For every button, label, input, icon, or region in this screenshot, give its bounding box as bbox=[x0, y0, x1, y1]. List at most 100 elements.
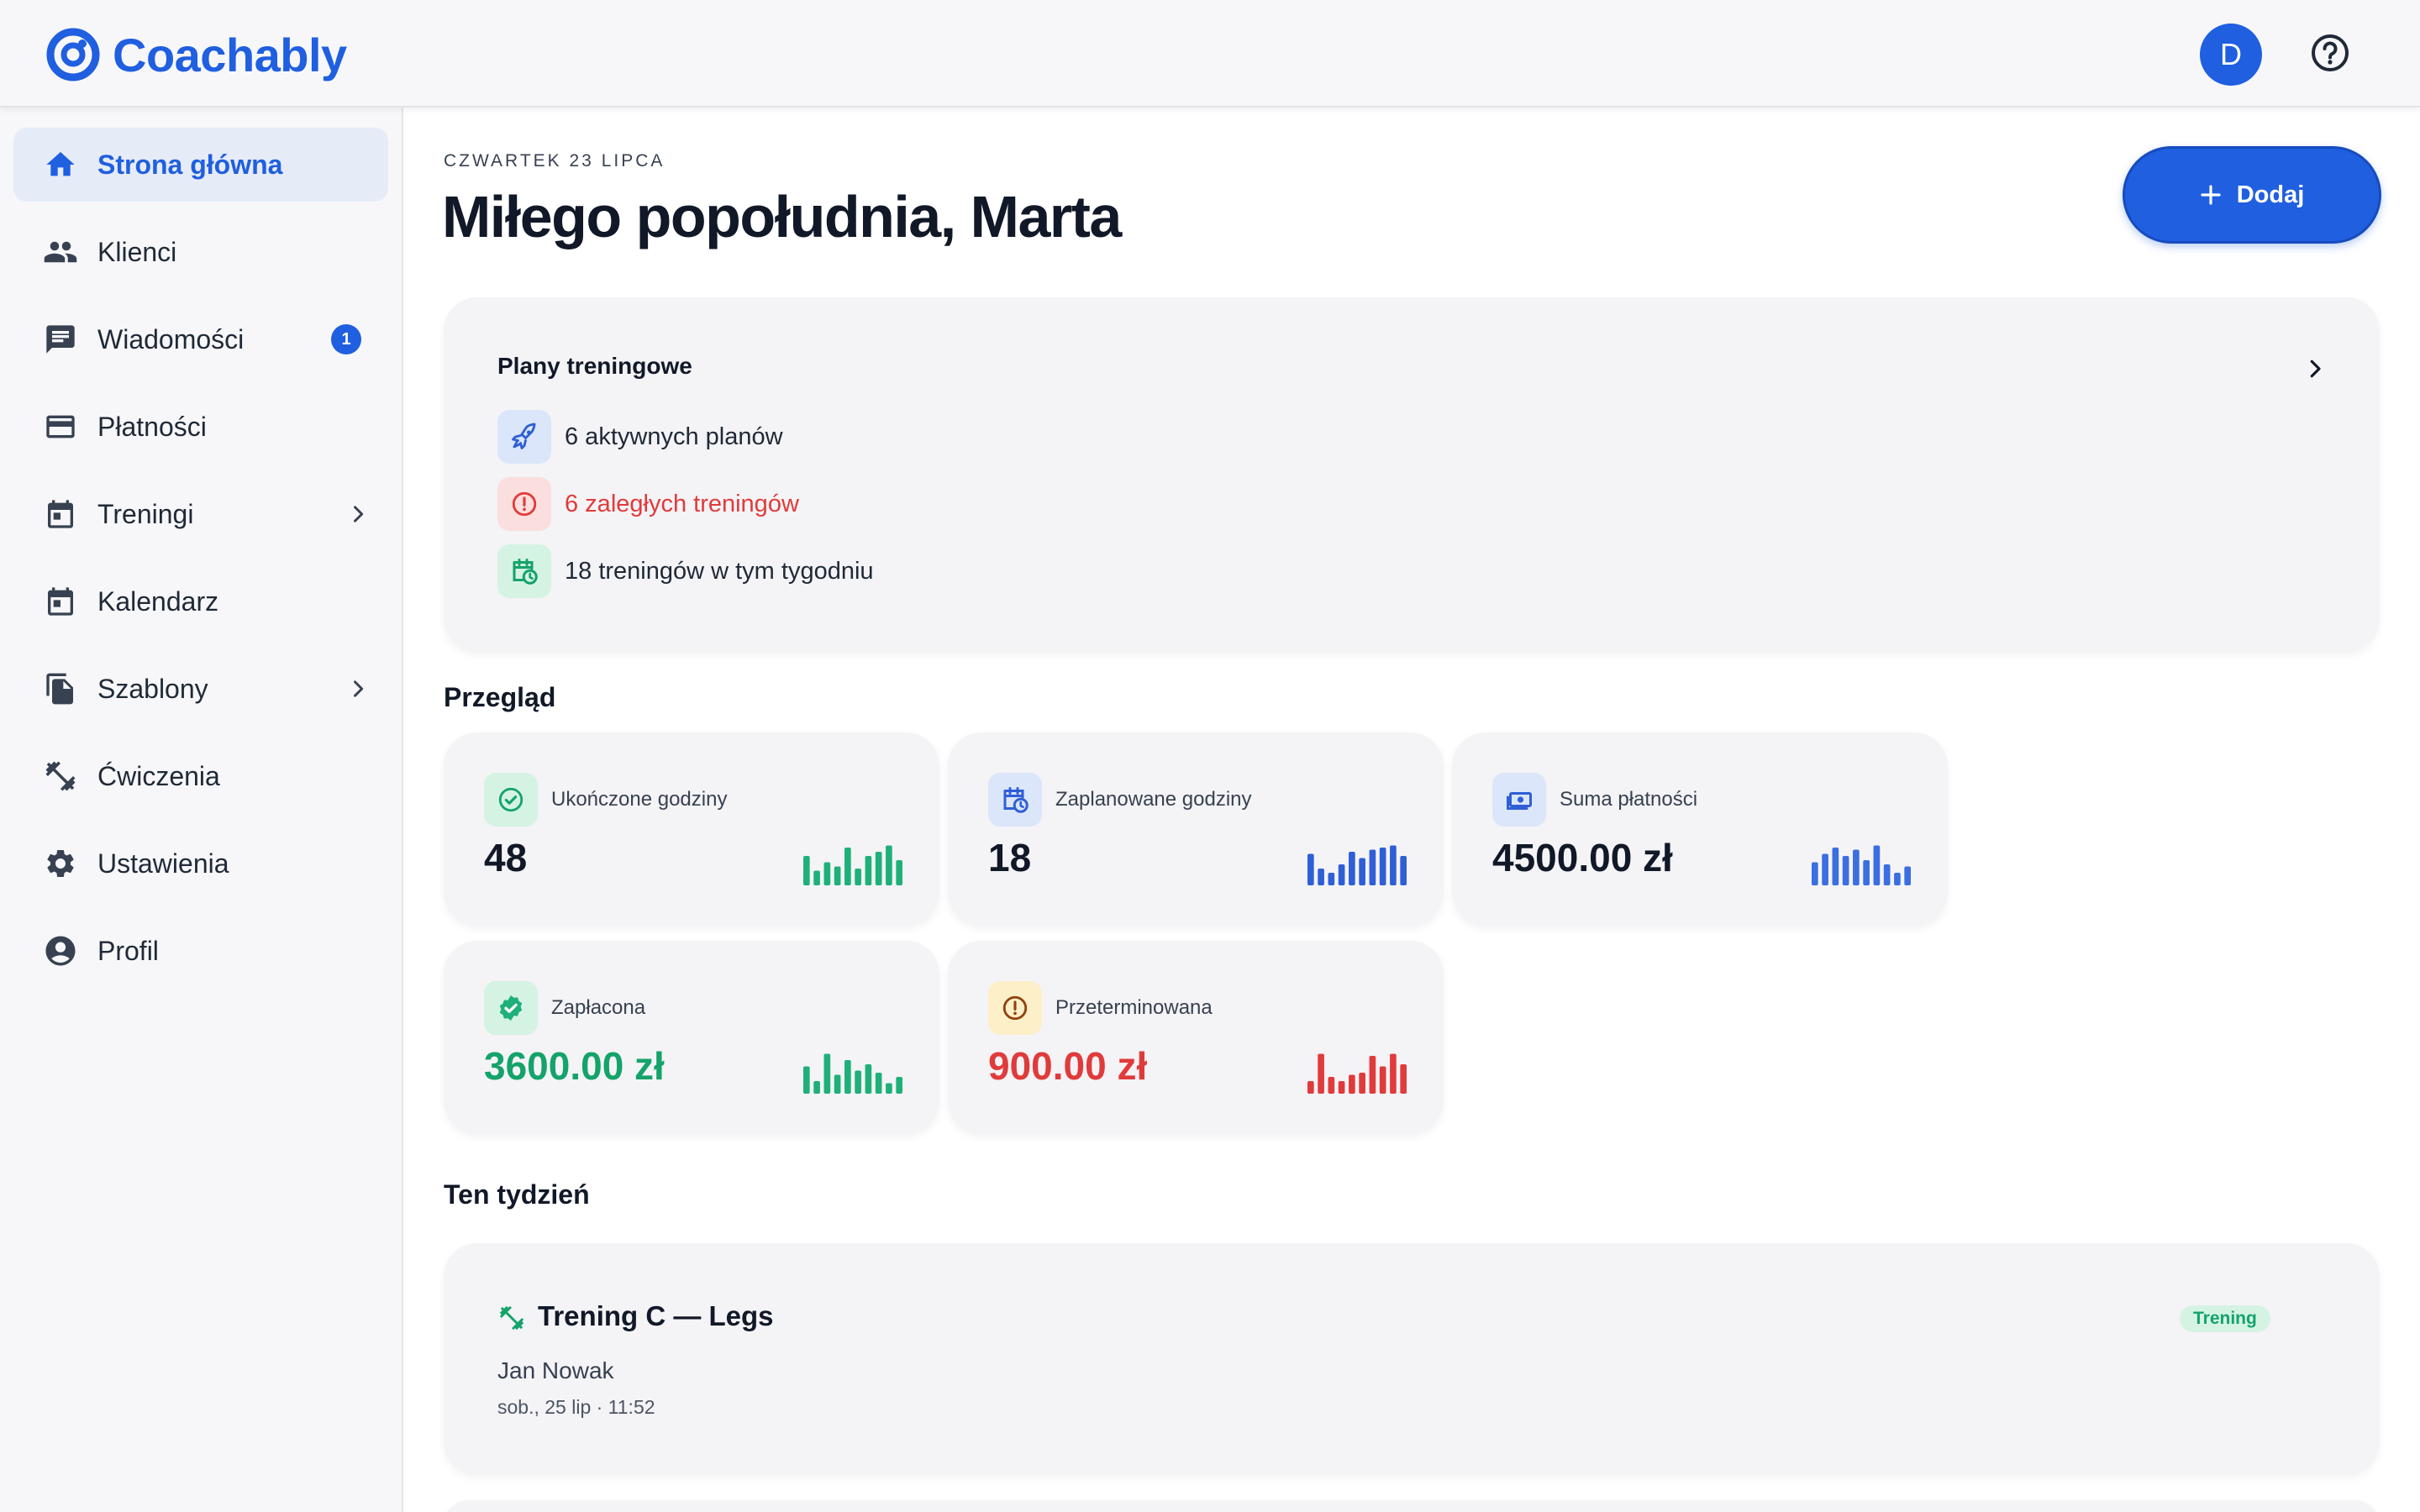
sparkline-bar bbox=[1328, 873, 1335, 885]
sparkline-chart bbox=[803, 845, 902, 885]
sidebar-item-settings[interactable]: Ustawienia bbox=[13, 827, 388, 900]
sparkline-bar bbox=[844, 848, 851, 885]
sparkline-bar bbox=[875, 1073, 882, 1094]
sidebar-item-templates[interactable]: Szablony bbox=[13, 652, 388, 726]
sparkline-bar bbox=[1359, 858, 1365, 885]
sparkline-bar bbox=[813, 1081, 820, 1094]
sparkline-bar bbox=[1349, 852, 1355, 885]
plan-row-overdue[interactable]: 6 zaległych treningów bbox=[497, 477, 799, 531]
rocket-icon bbox=[497, 410, 551, 464]
sparkline-bar bbox=[1307, 1081, 1314, 1094]
alert-circle-icon bbox=[497, 477, 551, 531]
sidebar-item-label: Klienci bbox=[97, 236, 177, 267]
sparkline-bar bbox=[896, 1077, 902, 1094]
sparkline-bar bbox=[1390, 1053, 1397, 1094]
stat-card-paid[interactable]: Zapłacona 3600.00 zł bbox=[444, 941, 939, 1134]
sidebar-item-exercises[interactable]: Ćwiczenia bbox=[13, 739, 388, 813]
sparkline-bar bbox=[834, 866, 841, 885]
dumbbell-icon bbox=[42, 758, 79, 795]
sidebar-item-label: Strona główna bbox=[97, 149, 283, 180]
date-label: CZWARTEK 23 LIPCA bbox=[444, 151, 666, 171]
sparkline-bar bbox=[1400, 1064, 1407, 1094]
sparkline-bar bbox=[803, 1066, 810, 1094]
calendar-icon bbox=[42, 496, 79, 533]
sparkline-bar bbox=[1307, 853, 1314, 885]
stat-value: 48 bbox=[484, 836, 528, 879]
sparkline-bar bbox=[1842, 856, 1849, 885]
plus-icon bbox=[2201, 185, 2221, 205]
sparkline-chart bbox=[803, 1053, 902, 1094]
user-avatar[interactable]: D bbox=[2200, 24, 2262, 86]
add-button[interactable]: Dodaj bbox=[2123, 146, 2381, 244]
event-time: sob., 25 lip · 11:52 bbox=[497, 1396, 655, 1418]
sparkline-bar bbox=[896, 860, 902, 885]
plan-row-text: 18 treningów w tym tygodniu bbox=[565, 557, 874, 585]
stat-value: 900.00 zł bbox=[988, 1044, 1148, 1088]
credit-card-icon bbox=[42, 408, 79, 445]
sparkline-bar bbox=[1812, 862, 1818, 885]
sparkline-chart bbox=[1307, 1053, 1407, 1094]
sidebar-item-clients[interactable]: Klienci bbox=[13, 215, 388, 289]
people-icon bbox=[42, 234, 79, 270]
page-title: Miłego popołudnia, Marta bbox=[442, 184, 1122, 249]
sidebar-item-calendar[interactable]: Kalendarz bbox=[13, 564, 388, 638]
sparkline-bar bbox=[1369, 1056, 1376, 1094]
sidebar-item-label: Szablony bbox=[97, 673, 208, 704]
plan-row-text: 6 zaległych treningów bbox=[565, 490, 799, 517]
sparkline-bar bbox=[1379, 1066, 1386, 1094]
money-icon bbox=[1492, 773, 1546, 827]
sparkline-bar bbox=[886, 1083, 892, 1094]
plan-row-text: 6 aktywnych planów bbox=[565, 423, 783, 450]
sparkline-bar bbox=[875, 852, 882, 885]
event-title: Trening C — Legs bbox=[538, 1300, 774, 1331]
sparkline-bar bbox=[865, 856, 872, 885]
stat-label: Zapłacona bbox=[551, 996, 646, 1019]
sparkline-bar bbox=[855, 1070, 861, 1094]
stat-card-scheduled-hours[interactable]: Zaplanowane godziny 18 bbox=[948, 732, 1444, 926]
plan-row-active[interactable]: 6 aktywnych planów bbox=[497, 410, 783, 464]
sidebar-item-label: Wiadomości bbox=[97, 323, 245, 354]
check-circle-icon bbox=[484, 773, 538, 827]
sidebar-item-profile[interactable]: Profil bbox=[13, 914, 388, 988]
sidebar-item-label: Ćwiczenia bbox=[97, 760, 220, 791]
sparkline-bar bbox=[1832, 848, 1839, 885]
sparkline-bar bbox=[1379, 848, 1386, 885]
sparkline-bar bbox=[813, 870, 820, 885]
sidebar-item-payments[interactable]: Płatności bbox=[13, 390, 388, 464]
stat-label: Suma płatności bbox=[1560, 788, 1698, 811]
stat-card-total-payments[interactable]: Suma płatności 4500.00 zł bbox=[1452, 732, 1948, 926]
help-icon[interactable] bbox=[2309, 32, 2351, 74]
sparkline-bar bbox=[1904, 866, 1911, 885]
calendar-clock-icon bbox=[988, 773, 1042, 827]
brand-name: Coachably bbox=[113, 28, 347, 81]
sparkline-bar bbox=[1894, 873, 1901, 885]
sparkline-bar bbox=[823, 862, 831, 885]
account-icon bbox=[42, 932, 79, 969]
alert-circle-icon bbox=[988, 981, 1042, 1035]
stat-value: 4500.00 zł bbox=[1492, 836, 1673, 879]
sidebar-item-label: Ustawienia bbox=[97, 848, 229, 879]
sidebar-item-trainings[interactable]: Treningi bbox=[13, 477, 388, 551]
chevron-right-icon[interactable] bbox=[2302, 356, 2328, 381]
event-card[interactable]: Trening C — Legs Jan Nowak sob., 25 lip … bbox=[444, 1243, 2380, 1475]
stat-card-completed-hours[interactable]: Ukończone godziny 48 bbox=[444, 732, 939, 926]
event-client: Jan Nowak bbox=[497, 1357, 614, 1383]
sidebar: Strona główna Klienci Wiadomości 1 Płatn… bbox=[0, 108, 403, 1512]
sidebar-item-label: Treningi bbox=[97, 498, 194, 529]
sidebar-item-home[interactable]: Strona główna bbox=[13, 128, 388, 202]
sparkline-bar bbox=[1349, 1074, 1355, 1094]
message-icon bbox=[42, 321, 79, 358]
stat-card-overdue[interactable]: Przeterminowana 900.00 zł bbox=[948, 941, 1444, 1134]
sparkline-bar bbox=[844, 1060, 851, 1094]
event-card[interactable] bbox=[444, 1500, 2380, 1512]
sparkline-bar bbox=[886, 845, 892, 885]
sidebar-item-messages[interactable]: Wiadomości 1 bbox=[13, 302, 388, 376]
training-plans-card[interactable]: Plany treningowe 6 aktywnych planów 6 za… bbox=[444, 297, 2380, 652]
chevron-right-icon bbox=[354, 680, 364, 697]
verified-icon bbox=[484, 981, 538, 1035]
sparkline-bar bbox=[1863, 860, 1870, 885]
sparkline-bar bbox=[1853, 849, 1860, 885]
plan-row-week[interactable]: 18 treningów w tym tygodniu bbox=[497, 544, 874, 598]
brand-logo[interactable]: Coachably bbox=[45, 25, 347, 84]
sparkline-bar bbox=[803, 856, 810, 885]
